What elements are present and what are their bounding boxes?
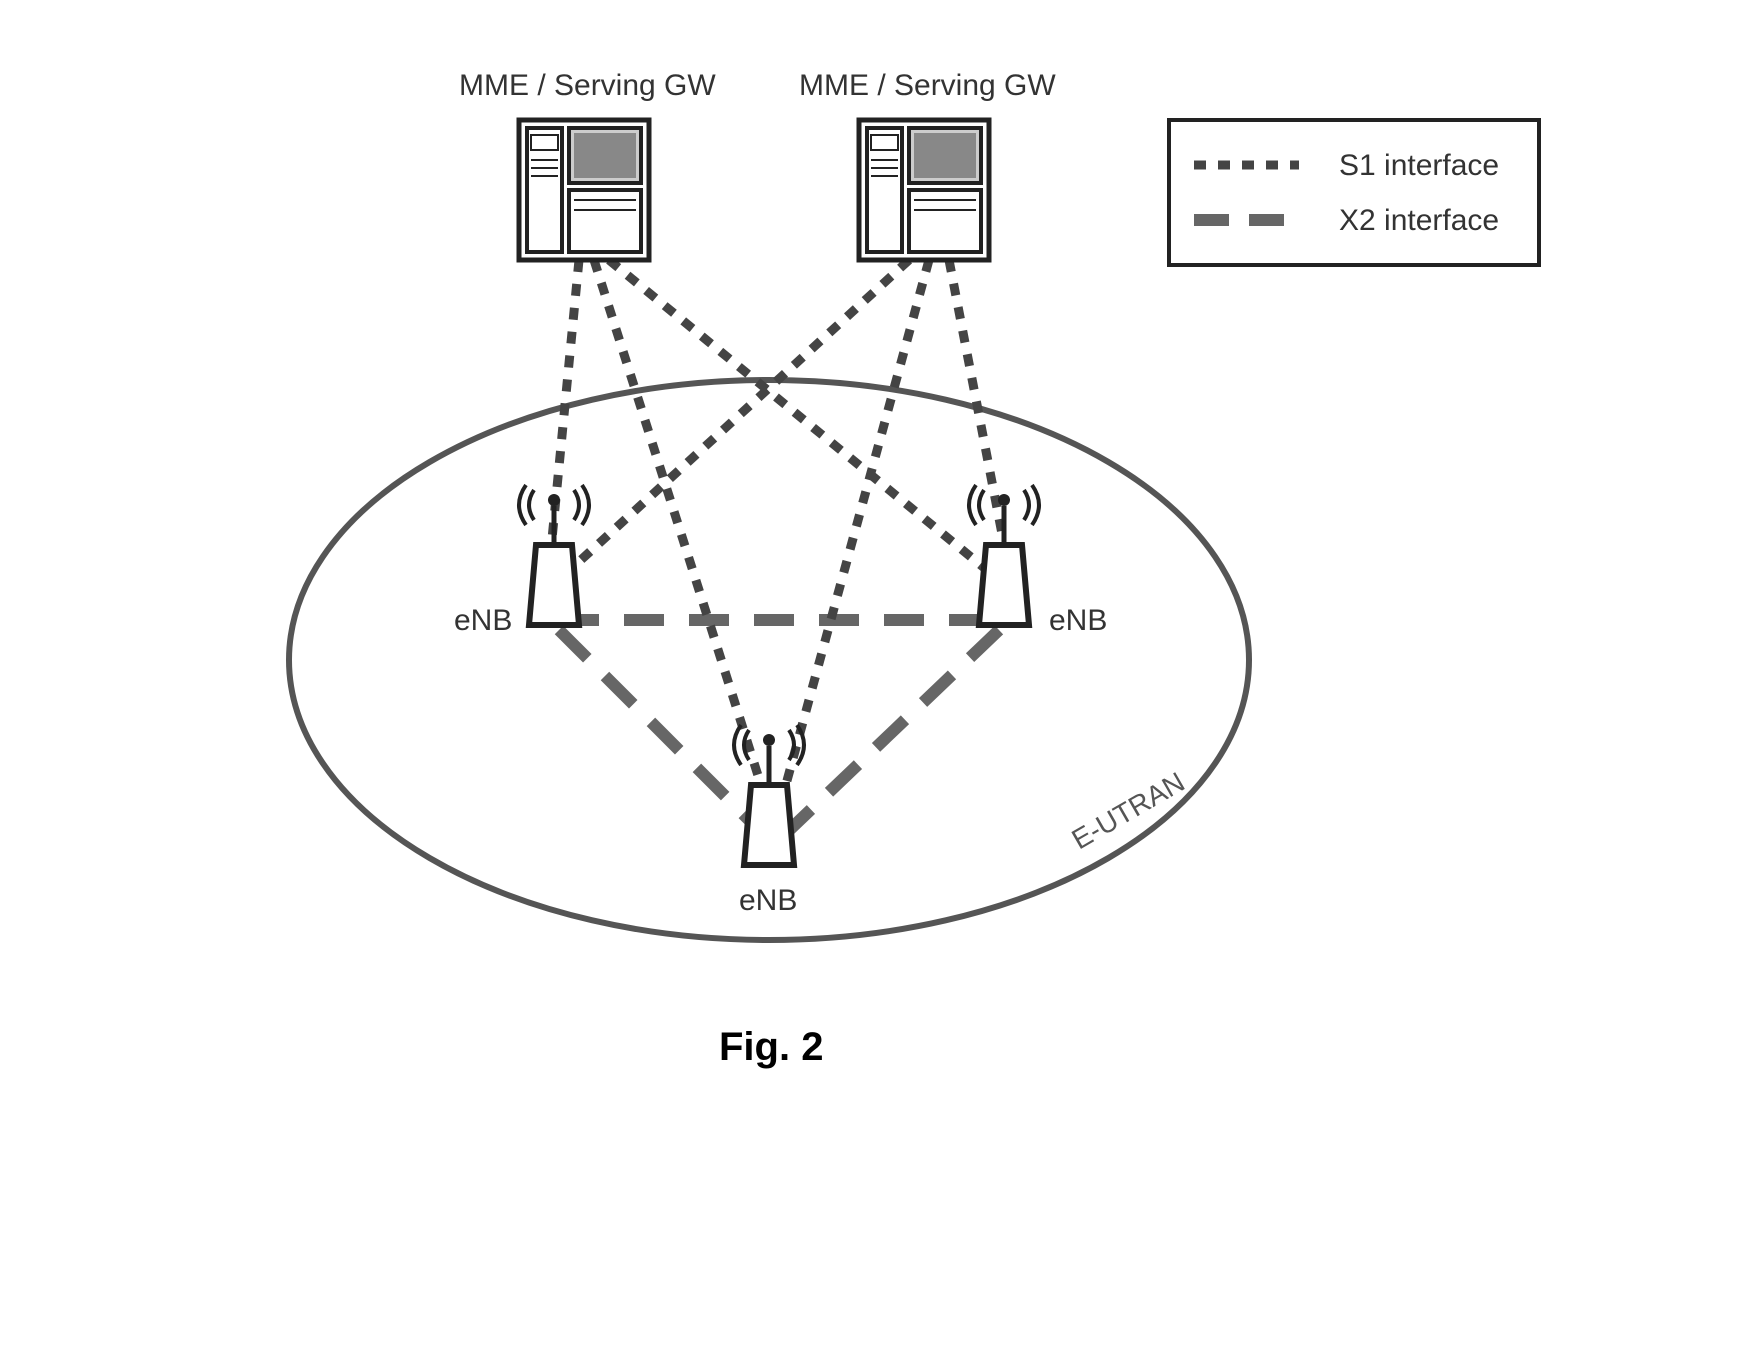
enb-bottom-icon — [734, 725, 804, 865]
legend-s1-label: S1 interface — [1339, 149, 1499, 182]
enb-bottom-label: eNB — [739, 884, 797, 917]
enb-right-icon — [969, 485, 1039, 625]
enb-right-label: eNB — [1049, 604, 1107, 637]
server-left-label: MME / Serving GW — [459, 69, 716, 102]
server-left-icon — [519, 120, 649, 260]
legend-box: S1 interface X2 interface — [1169, 120, 1539, 265]
s1-line — [609, 260, 999, 580]
figure-label: Fig. 2 — [719, 1025, 823, 1069]
enb-left-icon — [519, 485, 589, 625]
server-right-label: MME / Serving GW — [799, 69, 1056, 102]
legend-x2-label: X2 interface — [1339, 204, 1499, 237]
s1-line — [779, 260, 929, 810]
server-right-icon — [859, 120, 989, 260]
s1-line — [594, 260, 769, 810]
x2-line-right-bottom — [779, 630, 999, 840]
enb-left-label: eNB — [454, 604, 512, 637]
